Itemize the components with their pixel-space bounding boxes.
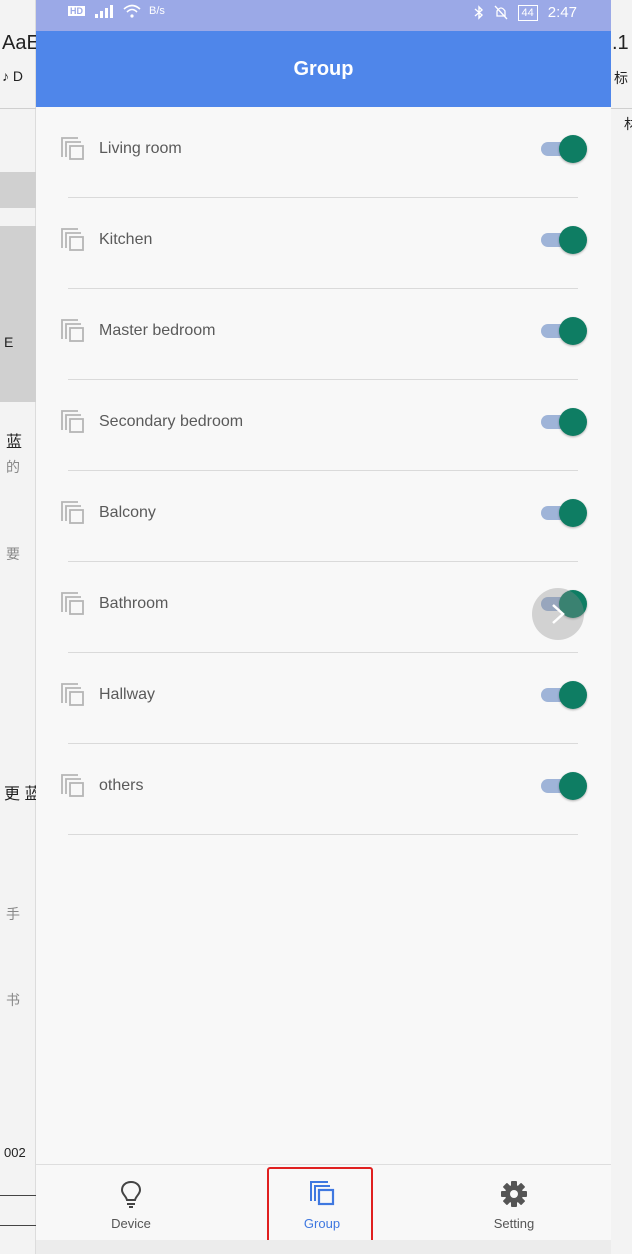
status-left: HD B/s: [68, 4, 165, 18]
background-text: 的: [6, 459, 20, 475]
background-app-right: [610, 0, 632, 1254]
group-label: Balcony: [99, 504, 156, 521]
group-toggle[interactable]: [541, 499, 587, 527]
background-divider: [0, 108, 36, 109]
background-text: 要: [6, 546, 20, 562]
group-icon: [61, 410, 84, 433]
background-text: 002: [4, 1145, 26, 1160]
group-icon: [61, 501, 84, 524]
lightbulb-icon: [120, 1180, 142, 1208]
toggle-thumb: [559, 681, 587, 709]
group-toggle[interactable]: [541, 135, 587, 163]
background-text: AaE: [2, 32, 36, 54]
network-speed: B/s: [149, 5, 165, 17]
background-divider: [0, 1225, 36, 1226]
group-toggle[interactable]: [541, 681, 587, 709]
hd-badge: HD: [68, 6, 85, 16]
gear-icon: [501, 1181, 527, 1207]
highlight-box: [267, 1167, 373, 1243]
floating-action-button[interactable]: [532, 588, 584, 640]
group-row[interactable]: Living room: [36, 107, 611, 198]
group-label: Secondary bedroom: [99, 413, 244, 430]
group-row[interactable]: Hallway: [36, 653, 611, 744]
signal-icon: [95, 5, 113, 18]
group-label: Hallway: [99, 686, 156, 703]
group-icon: [61, 683, 84, 706]
group-label: Bathroom: [99, 595, 169, 612]
clock: 2:47: [547, 4, 577, 21]
app-bar: Group: [36, 31, 611, 107]
group-row[interactable]: Master bedroom: [36, 289, 611, 380]
bottom-nav: Device Group Setting: [36, 1164, 611, 1243]
bluetooth-icon: [474, 5, 483, 20]
group-icon: [61, 319, 84, 342]
background-gray-block: [0, 226, 36, 402]
background-text: 标: [614, 70, 628, 86]
toggle-thumb: [559, 499, 587, 527]
battery-indicator: 44: [517, 4, 538, 21]
background-text: 书: [6, 992, 20, 1008]
group-icon: [61, 592, 84, 615]
group-list: Living room Kitchen Master bedroom Secondar…: [36, 107, 611, 835]
group-label: others: [99, 777, 144, 794]
group-toggle[interactable]: [541, 226, 587, 254]
row-divider: [68, 834, 578, 835]
group-toggle[interactable]: [541, 408, 587, 436]
phone-bottom-edge: [36, 1240, 611, 1254]
group-label: Kitchen: [99, 231, 153, 248]
nav-label-setting: Setting: [493, 1216, 535, 1231]
nav-setting[interactable]: Setting: [434, 1165, 594, 1241]
group-row[interactable]: others: [36, 744, 611, 835]
status-bar: HD B/s 44 2:47: [36, 0, 611, 31]
background-text: 更 蓝: [4, 786, 36, 803]
toggle-thumb: [559, 317, 587, 345]
group-icon: [61, 137, 84, 160]
background-text: E: [4, 334, 14, 350]
toggle-thumb: [559, 772, 587, 800]
toggle-thumb: [559, 408, 587, 436]
group-label: Master bedroom: [99, 322, 216, 339]
mute-bell-icon: [494, 5, 508, 20]
nav-device[interactable]: Device: [51, 1165, 211, 1241]
background-text: 手: [6, 906, 20, 922]
group-icon: [61, 228, 84, 251]
nav-label-device: Device: [111, 1216, 151, 1231]
group-icon: [61, 774, 84, 797]
group-row[interactable]: Bathroom: [36, 562, 611, 653]
background-divider: [0, 1195, 36, 1196]
status-right: 44 2:47: [474, 4, 577, 21]
page-title: Group: [293, 57, 354, 80]
background-text: .1: [612, 32, 629, 54]
group-toggle[interactable]: [541, 772, 587, 800]
group-row[interactable]: Balcony: [36, 471, 611, 562]
background-text: 材: [624, 116, 632, 132]
background-text: ♪ D: [2, 68, 23, 84]
phone-screen: HD B/s 44 2:47 Group Living room Kitchen…: [36, 0, 611, 1254]
group-row[interactable]: Kitchen: [36, 198, 611, 289]
chevron-right-icon: [552, 604, 565, 624]
toggle-thumb: [559, 226, 587, 254]
toggle-thumb: [559, 135, 587, 163]
background-divider: [611, 108, 632, 109]
group-row[interactable]: Secondary bedroom: [36, 380, 611, 471]
group-toggle[interactable]: [541, 317, 587, 345]
wifi-icon: [123, 4, 141, 18]
background-gray-block: [0, 172, 36, 208]
group-label: Living room: [99, 140, 182, 157]
background-text: 蓝: [6, 434, 23, 451]
